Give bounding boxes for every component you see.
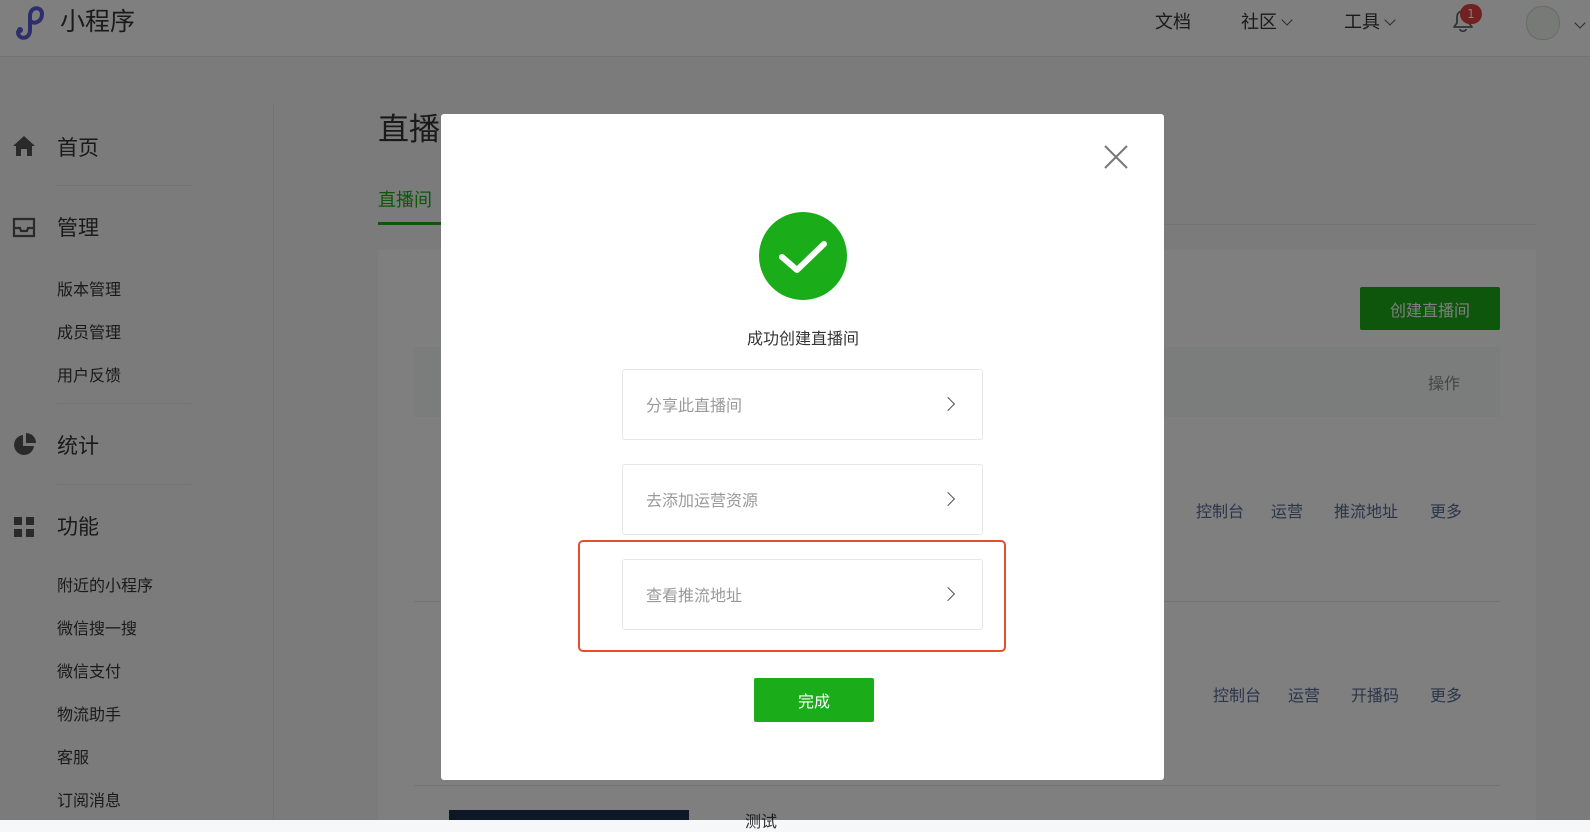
done-button[interactable]: 完成 [754,678,874,722]
success-message: 成功创建直播间 [746,329,859,348]
chevron-right-icon [940,491,956,507]
option-share-live-room[interactable]: 分享此直播间 [622,369,983,440]
option-add-resources[interactable]: 去添加运营资源 [622,464,983,535]
close-icon[interactable] [1100,141,1132,173]
option-label: 去添加运营资源 [646,491,759,510]
option-label: 分享此直播间 [646,396,743,415]
success-check-icon [759,212,847,300]
chevron-right-icon [940,396,956,412]
highlight-box [578,540,1006,652]
